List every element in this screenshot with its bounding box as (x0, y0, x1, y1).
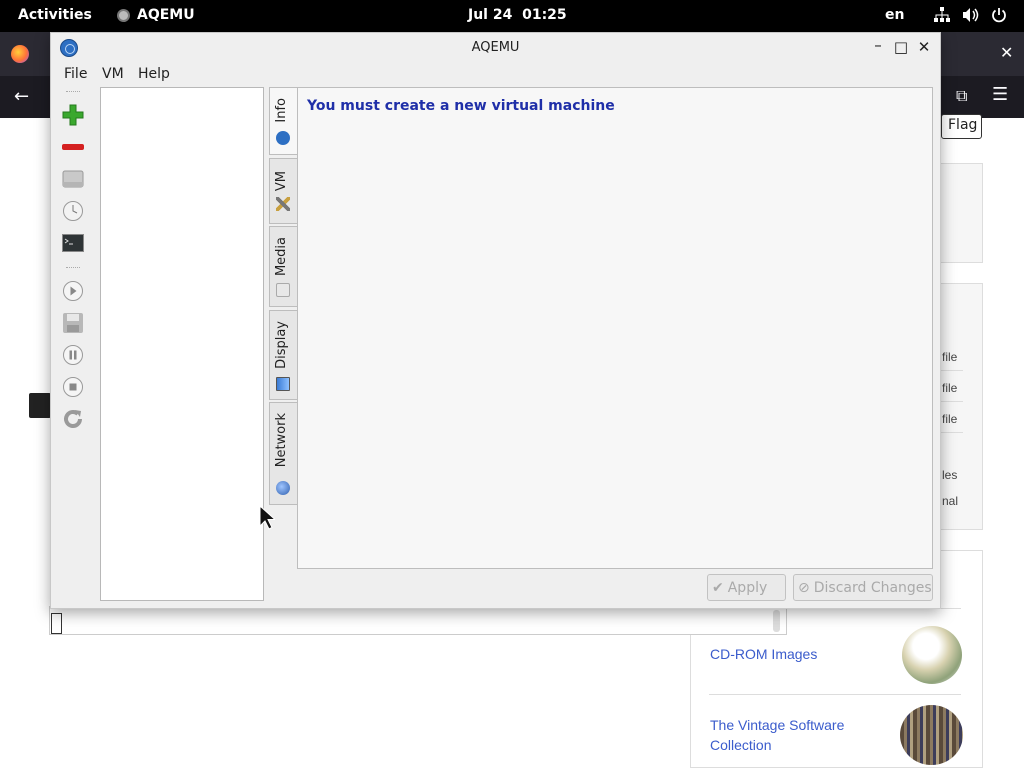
system-menu[interactable] (934, 7, 1007, 23)
aqemu-window: AQEMU – □ ✕ File VM Help Info VM Media D… (50, 32, 941, 609)
side-panel (940, 163, 983, 263)
media-icon (276, 283, 290, 297)
divider (709, 694, 961, 695)
vm-list[interactable] (100, 87, 264, 601)
checkmark-icon: ✔ (712, 579, 724, 596)
firefox-icon (11, 45, 29, 63)
info-message: You must create a new virtual machine (307, 98, 615, 114)
save-icon[interactable] (61, 311, 85, 335)
close-tab-icon[interactable]: ✕ (1000, 43, 1013, 62)
title-bar[interactable]: AQEMU – □ ✕ (51, 33, 940, 63)
maximize-icon[interactable]: □ (892, 38, 910, 56)
tab-network-label: Network (274, 413, 289, 468)
side-link[interactable]: les (942, 468, 957, 482)
background-text-field[interactable] (49, 606, 787, 635)
extensions-icon[interactable]: ⧉ (956, 86, 967, 106)
text-cursor (51, 613, 62, 634)
language-indicator[interactable]: en (885, 7, 904, 23)
toolbar-grip[interactable] (66, 91, 80, 94)
chat-icon[interactable] (29, 393, 51, 418)
menu-file[interactable]: File (64, 66, 87, 82)
clock[interactable]: Jul 24 01:25 (468, 7, 567, 23)
scrollbar[interactable] (773, 610, 780, 632)
play-icon[interactable] (61, 279, 85, 303)
add-vm-icon[interactable] (61, 103, 85, 127)
side-panel (940, 283, 983, 530)
clock-icon[interactable] (61, 199, 85, 223)
stop-icon[interactable] (61, 375, 85, 399)
minimize-icon[interactable]: – (869, 36, 887, 54)
cd-rom-images-link[interactable]: CD-ROM Images (710, 644, 817, 664)
hamburger-menu-icon[interactable]: ☰ (992, 84, 1008, 105)
app-menu[interactable]: AQEMU (117, 7, 195, 23)
activities-button[interactable]: Activities (18, 7, 92, 23)
back-arrow-icon[interactable]: ← (14, 86, 29, 107)
vm-toolbar (55, 89, 93, 429)
network-status-icon (934, 7, 950, 22)
menu-help[interactable]: Help (138, 66, 170, 82)
side-link[interactable]: file (942, 412, 957, 426)
menu-vm[interactable]: VM (102, 66, 124, 82)
tab-vm-label: VM (274, 171, 289, 192)
cd-rom-thumbnail[interactable] (902, 626, 962, 684)
tab-display-label: Display (274, 321, 289, 369)
tab-vm[interactable]: VM (269, 158, 297, 224)
pause-icon[interactable] (61, 343, 85, 367)
divider (941, 432, 963, 433)
info-icon (276, 131, 290, 145)
divider (941, 401, 963, 402)
vintage-software-thumbnail[interactable] (900, 705, 963, 765)
tab-network[interactable]: Network (269, 402, 297, 505)
clock-date: Jul 24 (468, 7, 513, 23)
cancel-icon: ⊘ (798, 579, 810, 596)
terminal-icon[interactable] (61, 231, 85, 255)
app-menu-label: AQEMU (137, 7, 195, 23)
discard-label: Discard Changes (813, 579, 932, 596)
tools-icon (276, 197, 290, 211)
side-link[interactable]: file (942, 381, 957, 395)
menu-bar: File VM Help (51, 63, 940, 87)
hard-drive-icon[interactable] (61, 167, 85, 191)
power-icon (992, 8, 1006, 23)
settings-tabs: Info VM Media Display Network (269, 87, 297, 507)
discard-changes-button[interactable]: ⊘ Discard Changes (793, 574, 933, 601)
tab-display[interactable]: Display (269, 310, 297, 400)
info-panel: You must create a new virtual machine (297, 87, 933, 569)
display-icon (276, 377, 290, 391)
tab-media[interactable]: Media (269, 226, 297, 307)
remove-vm-icon[interactable] (61, 135, 85, 159)
flag-button[interactable]: Flag (941, 114, 982, 139)
network-icon (276, 481, 290, 495)
mouse-pointer-icon (259, 505, 275, 530)
tab-info-label: Info (274, 98, 289, 123)
side-link[interactable]: file (942, 350, 957, 364)
side-link[interactable]: nal (942, 494, 958, 508)
reload-icon[interactable] (61, 407, 85, 431)
apply-button[interactable]: ✔ Apply (707, 574, 786, 601)
vintage-software-link[interactable]: The Vintage Software Collection (710, 715, 870, 755)
window-title: AQEMU (471, 40, 520, 55)
toolbar-grip[interactable] (66, 267, 80, 270)
tab-info[interactable]: Info (269, 87, 297, 155)
volume-icon (963, 8, 979, 22)
app-gear-icon (117, 8, 130, 22)
divider (941, 370, 963, 371)
clock-time: 01:25 (522, 7, 567, 23)
apply-label: Apply (727, 579, 768, 596)
close-icon[interactable]: ✕ (915, 38, 933, 56)
top-bar: Activities AQEMU Jul 24 01:25 en (0, 0, 1024, 32)
tab-media-label: Media (274, 237, 289, 277)
